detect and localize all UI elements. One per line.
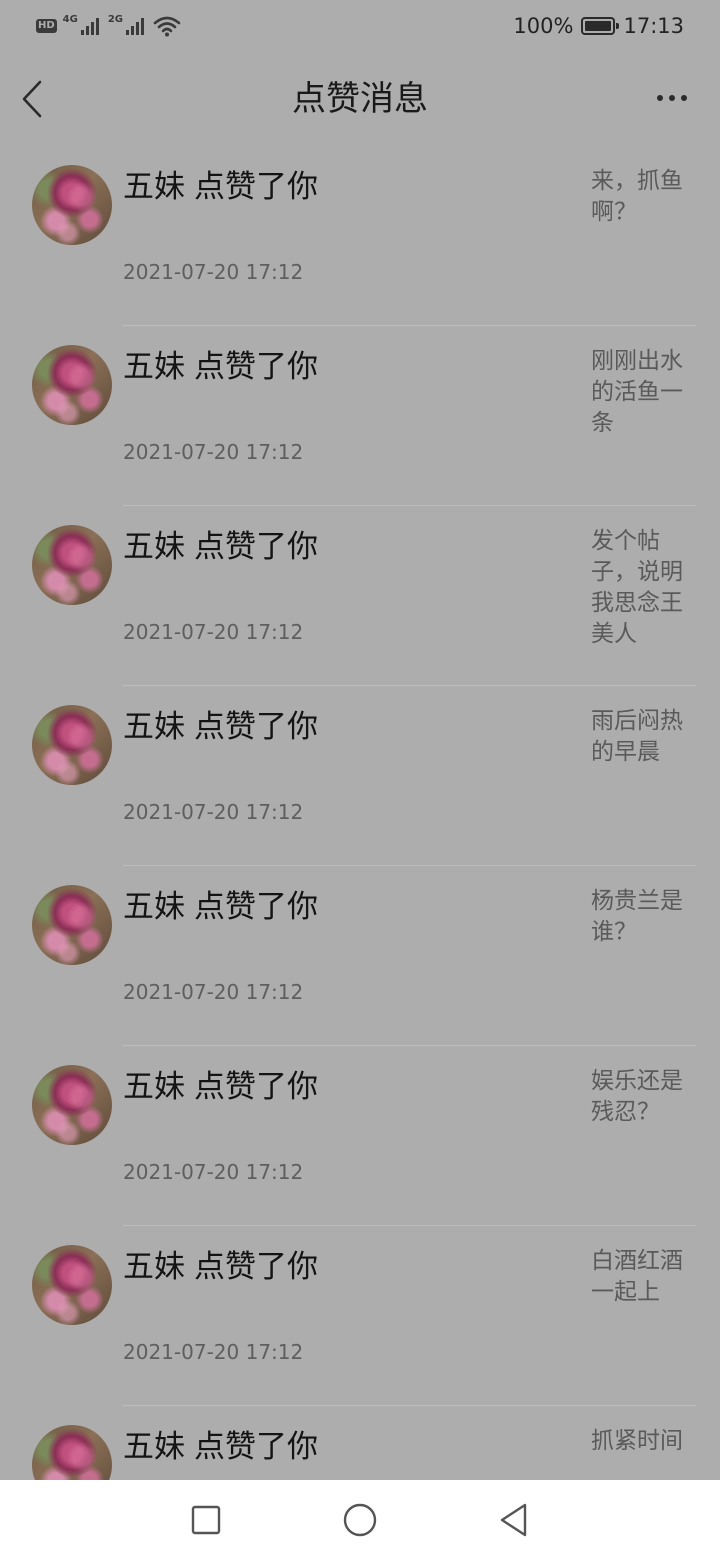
avatar[interactable]: [32, 885, 112, 965]
notification-title: 五妹 点赞了你: [123, 886, 318, 928]
timestamp: 2021-07-20 17:12: [123, 1160, 304, 1184]
more-dots-icon-dot: [681, 95, 687, 101]
avatar[interactable]: [32, 1245, 112, 1325]
system-navigation-bar: [0, 1480, 720, 1560]
list-item[interactable]: 五妹 点赞了你 2021-07-20 17:12 发个帖子，说明我思念王美人: [0, 506, 720, 686]
notification-title: 五妹 点赞了你: [123, 346, 318, 388]
battery-percent: 100%: [513, 14, 574, 38]
recents-button[interactable]: [186, 1500, 226, 1540]
avatar[interactable]: [32, 1425, 112, 1480]
post-snippet[interactable]: 刚刚出水的活鱼一条: [591, 346, 691, 439]
square-icon: [191, 1505, 221, 1535]
notification-title: 五妹 点赞了你: [123, 166, 318, 208]
triangle-back-icon: [500, 1503, 527, 1537]
more-options-button[interactable]: [650, 80, 694, 116]
wifi-icon: [153, 16, 181, 37]
action-text: 点赞了你: [194, 889, 318, 925]
signal-icon: [126, 18, 145, 35]
post-snippet[interactable]: 抓紧时间: [591, 1426, 691, 1457]
action-text: 点赞了你: [194, 349, 318, 385]
avatar[interactable]: [32, 345, 112, 425]
timestamp: 2021-07-20 17:12: [123, 800, 304, 824]
timestamp: 2021-07-20 17:12: [123, 1340, 304, 1364]
more-dots-icon: [657, 95, 663, 101]
page-title: 点赞消息: [292, 79, 428, 119]
list-item[interactable]: 五妹 点赞了你 2021-07-20 17:12 白酒红酒一起上: [0, 1226, 720, 1406]
signal-icon: [80, 18, 99, 35]
user-name: 五妹: [123, 1249, 185, 1285]
avatar[interactable]: [32, 165, 112, 245]
avatar[interactable]: [32, 525, 112, 605]
timestamp: 2021-07-20 17:12: [123, 620, 304, 644]
timestamp: 2021-07-20 17:12: [123, 440, 304, 464]
post-snippet[interactable]: 白酒红酒一起上: [591, 1246, 691, 1308]
notification-title: 五妹 点赞了你: [123, 1066, 318, 1108]
list-item[interactable]: 五妹 点赞了你 2021-07-20 17:12 刚刚出水的活鱼一条: [0, 326, 720, 506]
status-bar: HD 4G 2G 100% 17:13: [0, 0, 720, 54]
notification-title: 五妹 点赞了你: [123, 1246, 318, 1288]
post-snippet[interactable]: 杨贵兰是谁？: [591, 886, 691, 948]
hd-badge: HD: [36, 19, 57, 33]
action-text: 点赞了你: [194, 1069, 318, 1105]
notification-title: 五妹 点赞了你: [123, 1426, 318, 1468]
list-item[interactable]: 五妹 点赞了你 2021-07-20 17:12 杨贵兰是谁？: [0, 866, 720, 1046]
user-name: 五妹: [123, 529, 185, 565]
action-text: 点赞了你: [194, 529, 318, 565]
user-name: 五妹: [123, 349, 185, 385]
network-2g-label: 2G: [107, 13, 124, 25]
avatar[interactable]: [32, 1065, 112, 1145]
app-header: 点赞消息: [0, 54, 720, 146]
avatar[interactable]: [32, 705, 112, 785]
battery-icon: [581, 17, 620, 35]
user-name: 五妹: [123, 889, 185, 925]
user-name: 五妹: [123, 709, 185, 745]
circle-icon: [343, 1503, 377, 1537]
post-snippet[interactable]: 娱乐还是残忍？: [591, 1066, 691, 1128]
notification-title: 五妹 点赞了你: [123, 526, 318, 568]
home-button[interactable]: [340, 1500, 380, 1540]
user-name: 五妹: [123, 169, 185, 205]
action-text: 点赞了你: [194, 1249, 318, 1285]
back-nav-button[interactable]: [494, 1500, 534, 1540]
network-4g-label: 4G: [62, 13, 78, 25]
status-bar-left: HD 4G 2G: [36, 12, 181, 40]
post-snippet[interactable]: 雨后闷热的早晨: [591, 706, 691, 768]
action-text: 点赞了你: [194, 709, 318, 745]
post-snippet[interactable]: 来，抓鱼啊？: [591, 166, 691, 228]
status-time: 17:13: [623, 14, 684, 38]
user-name: 五妹: [123, 1069, 185, 1105]
user-name: 五妹: [123, 1429, 185, 1465]
notification-title: 五妹 点赞了你: [123, 706, 318, 748]
list-item[interactable]: 五妹 点赞了你 抓紧时间: [0, 1406, 720, 1480]
more-dots-icon-dot: [669, 95, 675, 101]
list-item[interactable]: 五妹 点赞了你 2021-07-20 17:12 雨后闷热的早晨: [0, 686, 720, 866]
status-bar-right: 100% 17:13: [513, 12, 684, 40]
list-item[interactable]: 五妹 点赞了你 2021-07-20 17:12 来，抓鱼啊？: [0, 146, 720, 326]
timestamp: 2021-07-20 17:12: [123, 260, 304, 284]
timestamp: 2021-07-20 17:12: [123, 980, 304, 1004]
action-text: 点赞了你: [194, 169, 318, 205]
action-text: 点赞了你: [194, 1429, 318, 1465]
like-notification-list[interactable]: 五妹 点赞了你 2021-07-20 17:12 来，抓鱼啊？ 五妹 点赞了你 20…: [0, 146, 720, 1480]
list-item[interactable]: 五妹 点赞了你 2021-07-20 17:12 娱乐还是残忍？: [0, 1046, 720, 1226]
post-snippet[interactable]: 发个帖子，说明我思念王美人: [591, 526, 691, 650]
